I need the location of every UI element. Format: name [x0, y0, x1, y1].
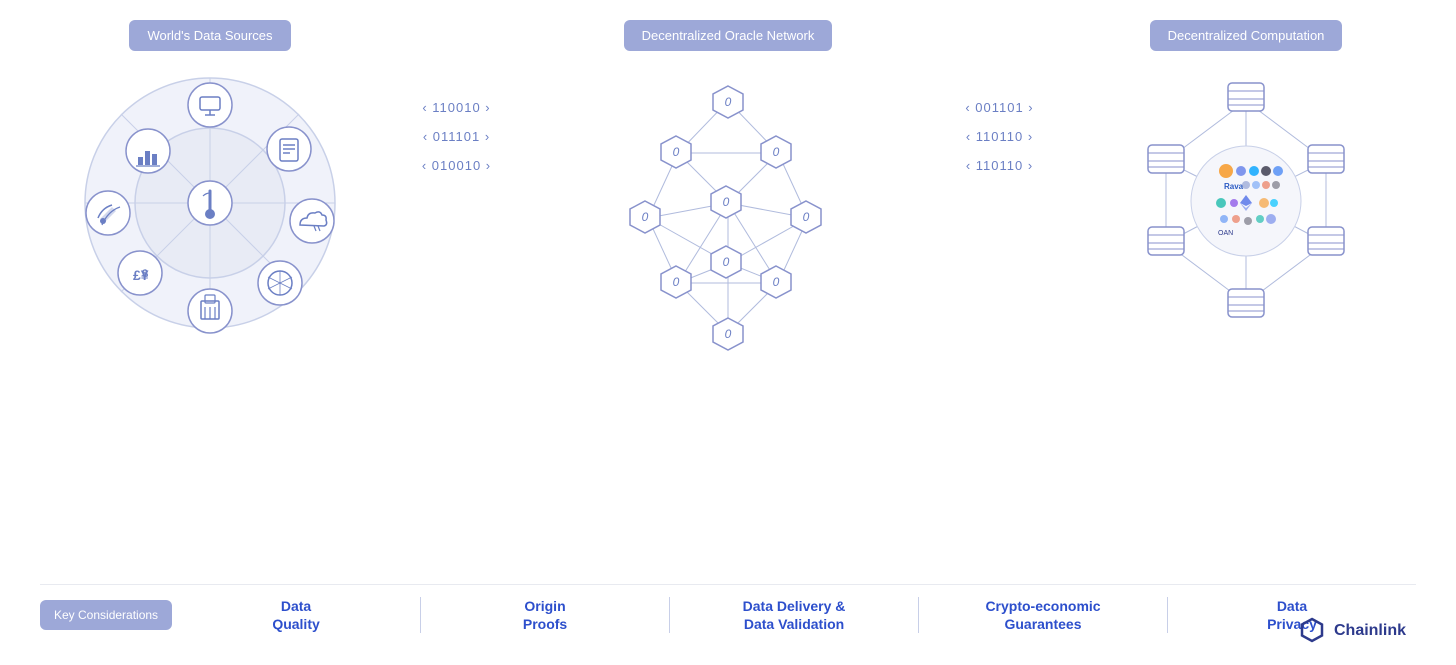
chainlink-hex-icon [1298, 617, 1326, 645]
svg-text:Rava: Rava [1224, 182, 1244, 191]
consideration-crypto-economic: Crypto-economic Guarantees [919, 597, 1168, 633]
main-container: World's Data Sources [0, 0, 1456, 665]
chainlink-brand-name: Chainlink [1334, 622, 1406, 640]
svg-text:0: 0 [803, 210, 810, 224]
svg-text:0: 0 [725, 327, 732, 341]
svg-text:0: 0 [725, 95, 732, 109]
left-connector: ‹ 110010 › ‹ 011101 › ‹ 010010 › [397, 20, 517, 173]
svg-text:0: 0 [673, 275, 680, 289]
circle-diagram: £¥ $ [70, 63, 350, 343]
left-binary-codes: ‹ 110010 › ‹ 011101 › ‹ 010010 › [422, 100, 491, 173]
binary-code-5: ‹ 110110 › [966, 129, 1033, 144]
chainlink-logo: Chainlink [1298, 617, 1406, 645]
binary-code-2: ‹ 011101 › [423, 129, 490, 144]
svg-text:0: 0 [673, 145, 680, 159]
binary-code-3: ‹ 010010 › [422, 158, 491, 173]
svg-text:0: 0 [773, 275, 780, 289]
svg-text:0: 0 [773, 145, 780, 159]
oracle-hexagon-diagram: 0 0 0 [573, 63, 883, 373]
computation-svg-diagram: Rava [1106, 63, 1386, 343]
consideration-data-delivery: Data Delivery & Data Validation [670, 597, 919, 633]
svg-text:0: 0 [723, 255, 730, 269]
oracle-network-diagram: 0 0 0 [533, 63, 923, 373]
consideration-data-quality: Data Quality [172, 597, 421, 633]
computation-diagram: Rava [1076, 63, 1416, 343]
data-sources-badge: World's Data Sources [129, 20, 290, 51]
oracle-network-column: Decentralized Oracle Network [533, 20, 923, 373]
right-connector: ‹ 001101 › ‹ 110110 › ‹ 110110 › [940, 20, 1060, 173]
data-sources-column: World's Data Sources [40, 20, 380, 343]
binary-code-4: ‹ 001101 › [965, 100, 1033, 115]
data-sources-diagram: £¥ $ [40, 63, 380, 343]
consideration-origin-proofs: Origin Proofs [421, 597, 670, 633]
oracle-network-badge: Decentralized Oracle Network [624, 20, 833, 51]
bottom-bar: Key Considerations Data Quality Origin P… [40, 584, 1416, 645]
svg-text:OAN: OAN [1218, 230, 1233, 237]
binary-code-6: ‹ 110110 › [966, 158, 1033, 173]
binary-code-1: ‹ 110010 › [422, 100, 490, 115]
top-section: World's Data Sources [40, 20, 1416, 566]
computation-badge: Decentralized Computation [1150, 20, 1343, 51]
computation-column: Decentralized Computation [1076, 20, 1416, 343]
svg-text:$: $ [142, 268, 148, 280]
svg-text:0: 0 [723, 195, 730, 209]
right-binary-codes: ‹ 001101 › ‹ 110110 › ‹ 110110 › [965, 100, 1033, 173]
svg-text:0: 0 [642, 210, 649, 224]
key-considerations-badge: Key Considerations [40, 600, 172, 630]
